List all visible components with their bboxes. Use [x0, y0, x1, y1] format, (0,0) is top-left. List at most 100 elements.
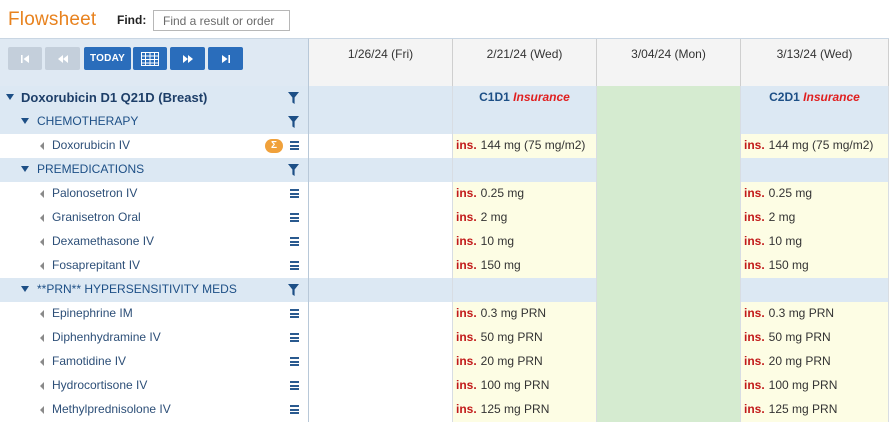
- expand-caret-icon[interactable]: [40, 310, 44, 318]
- order-row-header[interactable]: Famotidine IV: [0, 350, 309, 374]
- order-row-header[interactable]: Dexamethasone IV: [0, 230, 309, 254]
- order-row-header[interactable]: Palonosetron IV: [0, 182, 309, 206]
- order-row-header[interactable]: Methylprednisolone IV: [0, 398, 309, 422]
- calendar-button[interactable]: [133, 47, 167, 70]
- dose-cell[interactable]: ins. 2 mg: [741, 206, 889, 230]
- order-row-header[interactable]: Diphenhydramine IV: [0, 326, 309, 350]
- dose-cell[interactable]: ins. 0.25 mg: [453, 182, 597, 206]
- expand-caret-icon[interactable]: [40, 406, 44, 414]
- expand-caret-icon[interactable]: [40, 190, 44, 198]
- dose-cell[interactable]: ins. 144 mg (75 mg/m2): [453, 134, 597, 158]
- next-page-button[interactable]: [170, 47, 205, 70]
- dose-cell[interactable]: ins. 20 mg PRN: [741, 350, 889, 374]
- filter-icon[interactable]: [288, 284, 299, 296]
- date-column-header[interactable]: 1/26/24 (Fri): [309, 39, 453, 87]
- order-row-header[interactable]: Epinephrine IM: [0, 302, 309, 326]
- order-row-header[interactable]: Fosaprepitant IV: [0, 254, 309, 278]
- grid-cell: [741, 278, 889, 302]
- group-label: CHEMOTHERAPY: [37, 114, 139, 128]
- dose-cell[interactable]: ins. 10 mg: [453, 230, 597, 254]
- dose-value: 125 mg PRN: [480, 402, 550, 416]
- expand-caret-icon[interactable]: [40, 142, 44, 150]
- ins-tag: ins.: [456, 138, 477, 152]
- cycle-cell[interactable]: C2D1 Insurance: [741, 86, 889, 110]
- order-row-header[interactable]: Doxorubicin IV Σ: [0, 134, 309, 158]
- menu-icon[interactable]: [290, 405, 299, 414]
- grid-cell: [597, 302, 741, 326]
- expand-caret-icon[interactable]: [40, 214, 44, 222]
- menu-icon[interactable]: [290, 141, 299, 150]
- grid-cell: [597, 230, 741, 254]
- dose-cell[interactable]: ins. 0.3 mg PRN: [453, 302, 597, 326]
- dose-cell[interactable]: ins. 50 mg PRN: [453, 326, 597, 350]
- date-column-header[interactable]: 2/21/24 (Wed): [453, 39, 597, 87]
- menu-icon[interactable]: [290, 309, 299, 318]
- dose-value: 144 mg (75 mg/m2): [480, 138, 586, 152]
- dose-value: 50 mg PRN: [480, 330, 543, 344]
- collapse-triangle-icon[interactable]: [21, 166, 29, 172]
- collapse-triangle-icon[interactable]: [21, 118, 29, 124]
- expand-caret-icon[interactable]: [40, 238, 44, 246]
- collapse-triangle-icon[interactable]: [21, 286, 29, 292]
- dose-cell[interactable]: ins. 0.3 mg PRN: [741, 302, 889, 326]
- first-page-button[interactable]: [8, 47, 42, 70]
- date-header: 1/26/24 (Fri) 2/21/24 (Wed) 3/04/24 (Mon…: [309, 38, 889, 87]
- expand-caret-icon[interactable]: [40, 382, 44, 390]
- previous-page-button[interactable]: [45, 47, 80, 70]
- ins-tag: ins.: [456, 330, 477, 344]
- last-page-button[interactable]: [208, 47, 243, 70]
- menu-icon[interactable]: [290, 357, 299, 366]
- expand-caret-icon[interactable]: [40, 358, 44, 366]
- date-column-header[interactable]: 3/04/24 (Mon): [597, 39, 741, 87]
- dose-cell[interactable]: ins. 125 mg PRN: [453, 398, 597, 422]
- filter-icon[interactable]: [288, 164, 299, 176]
- plan-label: Doxorubicin D1 Q21D (Breast): [21, 90, 208, 105]
- ins-tag: ins.: [744, 354, 765, 368]
- order-row-header[interactable]: Hydrocortisone IV: [0, 374, 309, 398]
- plan-row-header[interactable]: Doxorubicin D1 Q21D (Breast): [0, 86, 309, 110]
- grid-cell: [309, 206, 453, 230]
- dose-cell[interactable]: ins. 20 mg PRN: [453, 350, 597, 374]
- grid-cell: [453, 158, 597, 182]
- expand-caret-icon[interactable]: [40, 262, 44, 270]
- sigma-badge-icon[interactable]: Σ: [265, 139, 283, 153]
- menu-icon[interactable]: [290, 237, 299, 246]
- group-row: PREMEDICATIONS: [0, 158, 889, 182]
- collapse-triangle-icon[interactable]: [6, 94, 14, 100]
- dose-cell[interactable]: ins. 150 mg: [741, 254, 889, 278]
- dose-cell[interactable]: ins. 50 mg PRN: [741, 326, 889, 350]
- menu-icon[interactable]: [290, 261, 299, 270]
- dose-cell[interactable]: ins. 2 mg: [453, 206, 597, 230]
- filter-icon[interactable]: [288, 116, 299, 128]
- filter-icon[interactable]: [288, 92, 299, 104]
- group-row-header[interactable]: PREMEDICATIONS: [0, 158, 309, 182]
- dose-cell[interactable]: ins. 150 mg: [453, 254, 597, 278]
- dose-cell[interactable]: ins. 100 mg PRN: [741, 374, 889, 398]
- group-row-header[interactable]: CHEMOTHERAPY: [0, 110, 309, 134]
- menu-icon[interactable]: [290, 213, 299, 222]
- ins-tag: ins.: [456, 306, 477, 320]
- menu-icon[interactable]: [290, 189, 299, 198]
- dose-cell[interactable]: ins. 10 mg: [741, 230, 889, 254]
- grid-cell: [597, 254, 741, 278]
- dose-cell[interactable]: ins. 0.25 mg: [741, 182, 889, 206]
- dose-value: 100 mg PRN: [768, 378, 838, 392]
- date-column-header[interactable]: 3/13/24 (Wed): [741, 39, 889, 87]
- grid-cell: [597, 326, 741, 350]
- menu-icon[interactable]: [290, 381, 299, 390]
- dose-cell[interactable]: ins. 100 mg PRN: [453, 374, 597, 398]
- find-input[interactable]: [153, 10, 290, 31]
- dose-cell[interactable]: ins. 125 mg PRN: [741, 398, 889, 422]
- group-row-header[interactable]: **PRN** HYPERSENSITIVITY MEDS: [0, 278, 309, 302]
- dose-cell[interactable]: ins. 144 mg (75 mg/m2): [741, 134, 889, 158]
- grid-cell: [597, 398, 741, 422]
- expand-caret-icon[interactable]: [40, 334, 44, 342]
- today-button[interactable]: TODAY: [84, 47, 131, 70]
- grid-cell: [741, 158, 889, 182]
- order-row-header[interactable]: Granisetron Oral: [0, 206, 309, 230]
- find-label: Find:: [117, 13, 147, 27]
- grid-cell: [309, 110, 453, 134]
- cycle-label: C2D1: [769, 90, 800, 104]
- cycle-cell[interactable]: C1D1 Insurance: [453, 86, 597, 110]
- menu-icon[interactable]: [290, 333, 299, 342]
